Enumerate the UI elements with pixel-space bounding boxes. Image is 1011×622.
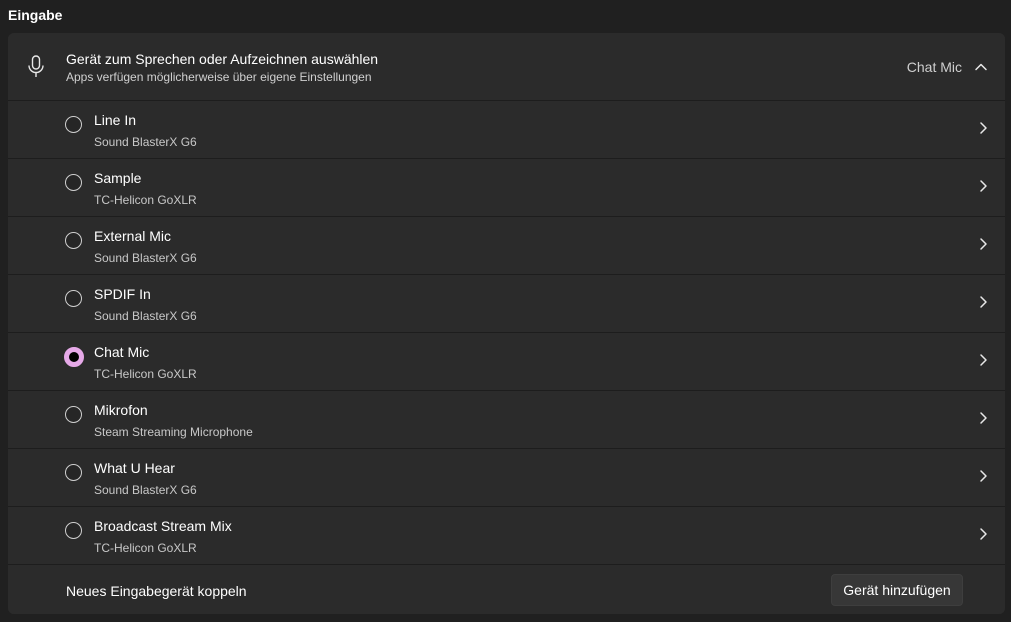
device-source: Sound BlasterX G6 [94,251,197,265]
header-subtitle: Apps verfügen möglicherweise über eigene… [66,70,372,84]
device-name: External Mic [94,228,172,244]
chevron-right-icon[interactable] [975,294,991,310]
device-list: Line In Sound BlasterX G6 Sample TC-Helicon… [8,101,1005,565]
device-name: Mikrofon [94,402,148,418]
device-radio-button[interactable] [64,347,84,367]
chevron-right-icon[interactable] [975,526,991,542]
device-radio-button[interactable] [65,522,82,539]
device-radio-button[interactable] [65,464,82,481]
device-row[interactable]: SPDIF In Sound BlasterX G6 [8,275,1005,333]
device-row[interactable]: What U Hear Sound BlasterX G6 [8,449,1005,507]
selected-device-value: Chat Mic [906,59,962,75]
pair-device-row: Neues Eingabegerät koppeln Gerät hinzufü… [8,565,1005,614]
add-device-button[interactable]: Gerät hinzufügen [831,574,963,606]
device-name: Broadcast Stream Mix [94,518,232,534]
device-row[interactable]: External Mic Sound BlasterX G6 [8,217,1005,275]
microphone-icon [26,55,46,79]
pair-device-label: Neues Eingabegerät koppeln [66,583,247,599]
input-device-header[interactable]: Gerät zum Sprechen oder Aufzeichnen ausw… [8,33,1005,101]
chevron-right-icon[interactable] [975,120,991,136]
device-source: Sound BlasterX G6 [94,135,197,149]
device-row[interactable]: Line In Sound BlasterX G6 [8,101,1005,159]
chevron-right-icon[interactable] [975,410,991,426]
device-name: Sample [94,170,142,186]
collapse-button[interactable] [969,55,993,79]
device-radio-button[interactable] [65,174,82,191]
device-source: Sound BlasterX G6 [94,309,197,323]
section-title: Eingabe [8,7,63,23]
device-row[interactable]: Mikrofon Steam Streaming Microphone [8,391,1005,449]
device-radio-button[interactable] [65,406,82,423]
header-title: Gerät zum Sprechen oder Aufzeichnen ausw… [66,51,379,67]
device-source: Steam Streaming Microphone [94,425,253,439]
device-row[interactable]: Sample TC-Helicon GoXLR [8,159,1005,217]
device-radio-button[interactable] [65,290,82,307]
device-source: TC-Helicon GoXLR [94,367,197,381]
device-name: SPDIF In [94,286,151,302]
device-row[interactable]: Broadcast Stream Mix TC-Helicon GoXLR [8,507,1005,565]
chevron-up-icon [975,63,987,71]
device-source: Sound BlasterX G6 [94,483,197,497]
device-name: Chat Mic [94,344,150,360]
device-source: TC-Helicon GoXLR [94,541,197,555]
input-device-panel: Gerät zum Sprechen oder Aufzeichnen ausw… [8,33,1005,614]
chevron-right-icon[interactable] [975,352,991,368]
chevron-right-icon[interactable] [975,468,991,484]
device-radio-button[interactable] [65,232,82,249]
chevron-right-icon[interactable] [975,178,991,194]
device-row[interactable]: Chat Mic TC-Helicon GoXLR [8,333,1005,391]
device-radio-button[interactable] [65,116,82,133]
chevron-right-icon[interactable] [975,236,991,252]
device-source: TC-Helicon GoXLR [94,193,197,207]
device-name: What U Hear [94,460,175,476]
device-name: Line In [94,112,137,128]
